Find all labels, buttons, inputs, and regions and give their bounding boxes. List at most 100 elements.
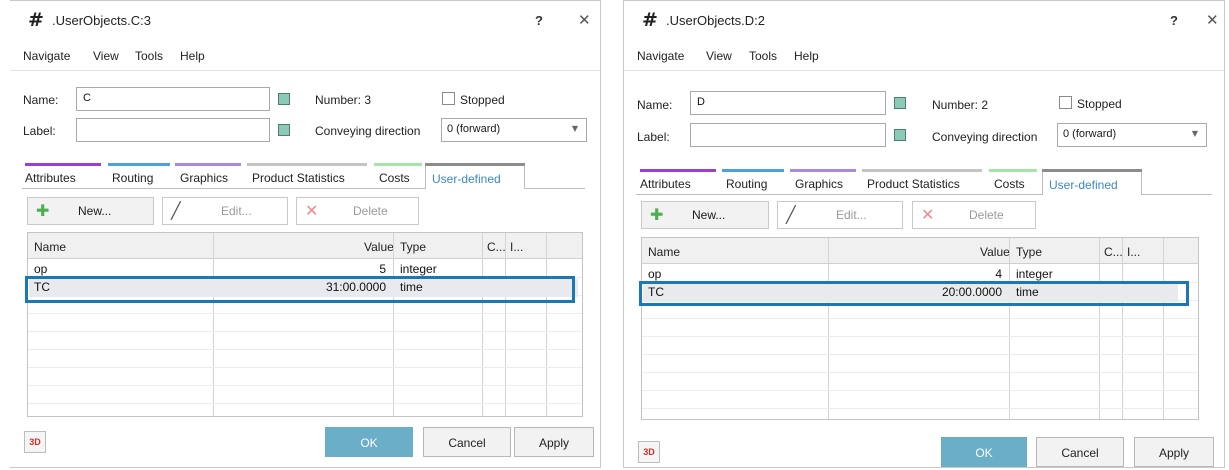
row-divider — [28, 403, 582, 404]
tab-label: Attributes — [640, 177, 691, 191]
pencil-icon: ╱ — [171, 201, 181, 220]
row-divider — [642, 372, 1198, 373]
help-button[interactable]: ? — [535, 13, 543, 28]
3d-icon[interactable]: 3D — [638, 441, 660, 463]
column-header-i: I... — [1127, 245, 1141, 259]
close-icon[interactable]: ✕ — [1206, 11, 1219, 29]
apply-button[interactable]: Apply — [1134, 437, 1214, 467]
new-button[interactable]: ✚ New... — [27, 197, 154, 225]
tab-label: Routing — [112, 171, 154, 185]
close-icon[interactable]: ✕ — [578, 11, 591, 29]
user-attributes-table[interactable]: Name Value Type C... I... op 5 integer T… — [27, 232, 583, 417]
tab-attributes[interactable]: Attributes — [25, 163, 101, 187]
label-field[interactable] — [76, 118, 270, 142]
inherit-icon[interactable] — [278, 93, 290, 105]
name-field[interactable]: D — [690, 91, 886, 115]
user-attributes-table[interactable]: Name Value Type C... I... op 4 integer T… — [641, 237, 1199, 420]
tab-label: Graphics — [180, 171, 229, 185]
tab-divider — [1142, 194, 1212, 195]
cell-type: integer — [400, 262, 437, 276]
column-header-name: Name — [648, 245, 681, 259]
row-divider — [642, 354, 1198, 355]
help-button[interactable]: ? — [1170, 13, 1178, 28]
new-button-label: New... — [692, 208, 726, 222]
stopped-label: Stopped — [1077, 97, 1122, 111]
cancel-button[interactable]: Cancel — [1036, 437, 1124, 467]
tab-color-bar — [640, 169, 716, 172]
tab-color-bar — [425, 163, 525, 166]
stopped-checkbox[interactable] — [442, 92, 455, 105]
tab-product-statistics[interactable]: Product Statistics — [862, 169, 982, 193]
tab-user-defined[interactable]: User-defined — [425, 163, 525, 189]
tab-costs[interactable]: Costs — [374, 163, 422, 187]
tab-routing[interactable]: Routing — [108, 163, 170, 187]
menu-tools[interactable]: Tools — [135, 49, 163, 63]
delete-button-label: Delete — [969, 208, 1004, 222]
tab-divider — [525, 188, 585, 189]
name-field[interactable]: C — [76, 87, 270, 111]
column-header-value: Value — [364, 240, 394, 254]
ok-button[interactable]: OK — [941, 437, 1027, 467]
stopped-checkbox[interactable] — [1059, 96, 1072, 109]
column-header-name: Name — [34, 240, 67, 254]
row-divider — [28, 349, 582, 350]
stopped-label: Stopped — [460, 93, 505, 107]
tab-user-defined[interactable]: User-defined — [1042, 169, 1142, 195]
label-label: Label: — [23, 124, 56, 138]
menu-navigate[interactable]: Navigate — [23, 49, 70, 63]
tab-label: Routing — [726, 177, 768, 191]
number-text: Number: 3 — [315, 93, 372, 107]
edit-button[interactable]: ╱ Edit... — [777, 201, 903, 229]
apply-button[interactable]: Apply — [514, 427, 594, 457]
cell-name: op — [648, 267, 662, 281]
tab-label: Costs — [994, 177, 1025, 191]
tab-graphics[interactable]: Graphics — [790, 169, 856, 193]
conveying-direction-select[interactable]: 0 (forward) ▼ — [441, 118, 587, 142]
new-button[interactable]: ✚ New... — [641, 201, 769, 229]
inherit-icon[interactable] — [894, 129, 906, 141]
conveying-direction-select[interactable]: 0 (forward) ▼ — [1057, 123, 1207, 147]
dialog-userobjects-d: # .UserObjects.D:2 ? ✕ Navigate View Too… — [623, 0, 1225, 468]
inherit-icon[interactable] — [894, 97, 906, 109]
tab-label: User-defined — [432, 172, 501, 186]
number-text: Number: 2 — [932, 98, 989, 112]
tab-color-bar — [722, 169, 784, 172]
inherit-icon[interactable] — [278, 124, 290, 136]
menu-help[interactable]: Help — [180, 49, 205, 63]
delete-button[interactable]: ✕ Delete — [296, 197, 419, 225]
menu-view[interactable]: View — [93, 49, 119, 63]
dialog-userobjects-c: # .UserObjects.C:3 ? ✕ Navigate View Too… — [10, 0, 601, 468]
tab-graphics[interactable]: Graphics — [175, 163, 241, 187]
edit-button[interactable]: ╱ Edit... — [162, 197, 288, 225]
3d-icon[interactable]: 3D — [24, 431, 46, 453]
name-label: Name: — [637, 98, 673, 112]
column-header-c: C... — [487, 240, 506, 254]
tab-color-bar — [25, 163, 101, 166]
cancel-button[interactable]: Cancel — [423, 427, 511, 457]
menu-tools[interactable]: Tools — [749, 49, 777, 63]
row-divider — [642, 336, 1198, 337]
tab-costs[interactable]: Costs — [989, 169, 1037, 193]
cell-type: integer — [1016, 267, 1053, 281]
tab-product-statistics[interactable]: Product Statistics — [247, 163, 367, 187]
row-divider — [28, 367, 582, 368]
tab-label: User-defined — [1049, 178, 1118, 192]
tab-divider — [22, 188, 425, 189]
tab-label: Product Statistics — [867, 177, 960, 191]
tab-label: Attributes — [25, 171, 76, 185]
label-label: Label: — [637, 130, 670, 144]
menu-help[interactable]: Help — [794, 49, 819, 63]
tab-divider — [636, 194, 1042, 195]
conveying-direction-label: Conveying direction — [932, 130, 1038, 144]
menu-view[interactable]: View — [706, 49, 732, 63]
x-icon: ✕ — [305, 201, 319, 220]
ok-button[interactable]: OK — [325, 427, 413, 457]
tab-routing[interactable]: Routing — [722, 169, 784, 193]
row-divider — [28, 313, 582, 314]
label-field[interactable] — [690, 123, 886, 147]
cell-name: op — [34, 262, 48, 276]
delete-button[interactable]: ✕ Delete — [912, 201, 1036, 229]
row-divider — [28, 385, 582, 386]
menu-navigate[interactable]: Navigate — [637, 49, 684, 63]
tab-attributes[interactable]: Attributes — [640, 169, 716, 193]
